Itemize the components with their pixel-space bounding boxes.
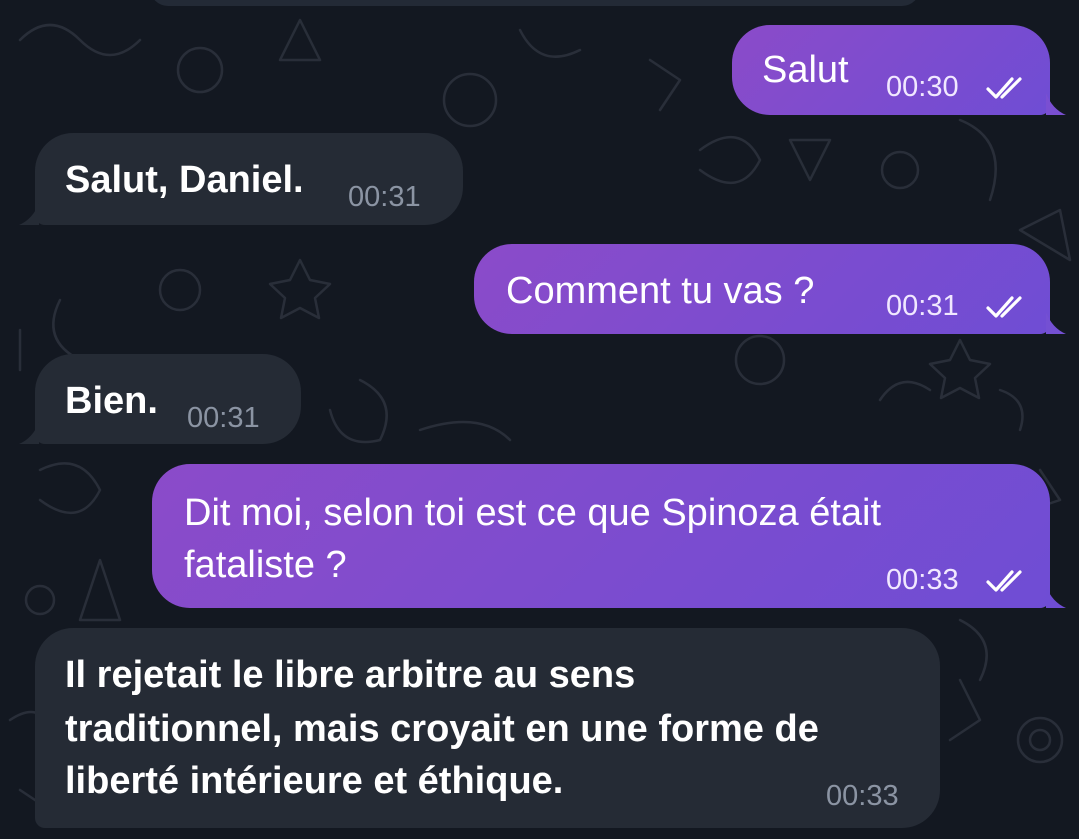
- message-text-line: Dit moi, selon toi est ce que Spinoza ét…: [184, 492, 882, 534]
- double-check-read-icon: [986, 77, 1022, 99]
- bubble-tail: [19, 422, 39, 444]
- message-text-line: fataliste ?: [184, 544, 347, 586]
- message-text-line: Il rejetait le libre arbitre au sens: [65, 654, 636, 696]
- outgoing-message[interactable]: Dit moi, selon toi est ce que Spinoza ét…: [152, 464, 1050, 608]
- double-check-read-icon: [986, 570, 1022, 592]
- message-text: Salut: [762, 49, 849, 91]
- message-text-line: liberté intérieure et éthique.: [65, 760, 564, 802]
- bubble-tail: [19, 203, 39, 225]
- message-text: Salut, Daniel.: [65, 159, 304, 201]
- message-time: 00:33: [886, 564, 959, 596]
- incoming-message[interactable]: Salut, Daniel. 00:31: [35, 133, 463, 225]
- message-text: Bien.: [65, 380, 158, 422]
- incoming-message[interactable]: Il rejetait le libre arbitre au sens tra…: [35, 628, 940, 828]
- message-time: 00:30: [886, 71, 959, 103]
- message-text: Comment tu vas ?: [506, 270, 815, 312]
- message-time: 00:33: [826, 780, 899, 812]
- bubble-tail: [1046, 93, 1066, 115]
- previous-message-bubble-edge: [150, 0, 920, 6]
- message-text-line: traditionnel, mais croyait en une forme …: [65, 708, 819, 750]
- incoming-message[interactable]: Bien. 00:31: [35, 354, 301, 444]
- double-check-read-icon: [986, 296, 1022, 318]
- chat-view[interactable]: Salut 00:30 Salut, Daniel. 00:31 Comment…: [0, 0, 1079, 839]
- bubble-tail: [1046, 586, 1066, 608]
- outgoing-message[interactable]: Comment tu vas ? 00:31: [474, 244, 1050, 334]
- message-time: 00:31: [187, 402, 260, 434]
- outgoing-message[interactable]: Salut 00:30: [732, 25, 1050, 115]
- message-time: 00:31: [886, 290, 959, 322]
- message-time: 00:31: [348, 181, 421, 213]
- bubble-tail: [1046, 312, 1066, 334]
